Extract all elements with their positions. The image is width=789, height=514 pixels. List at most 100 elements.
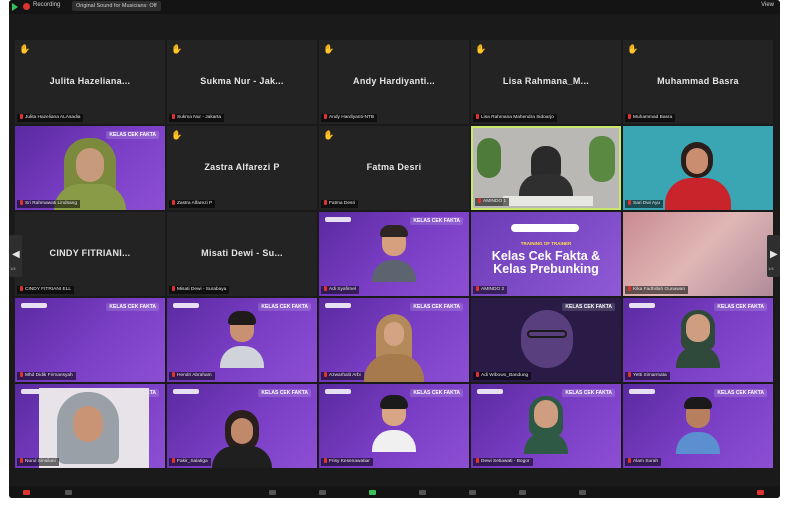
brand-logo (21, 303, 47, 308)
participant-tile[interactable]: ✋ Lisa Rahmana_M... Lisa Rahmana Mahendr… (471, 40, 621, 124)
raised-hand-icon: ✋ (627, 44, 639, 54)
muted-mic-icon (476, 458, 479, 464)
mute-icon[interactable] (23, 490, 30, 495)
brand-logo (477, 389, 503, 394)
brand-logo (325, 389, 351, 394)
participant-avatar (668, 397, 728, 468)
muted-mic-icon (324, 286, 327, 292)
participant-label: AMINDO 2 (473, 286, 508, 294)
desk (503, 196, 593, 206)
brand-watermark: KELAS CEK FAKTA (714, 303, 767, 311)
participant-avatar (212, 311, 272, 382)
participant-tile[interactable]: ✋ Sukma Nur - Jak... Sukma Nur - Jakarta (167, 40, 317, 124)
participant-label: Mhd Didik Firmansyah (17, 372, 76, 380)
participant-tile[interactable]: ✋ Fatma Desri Fatma Desri (319, 126, 469, 210)
reactions-icon[interactable] (519, 490, 526, 495)
participant-name: Fatma Desri (366, 162, 422, 172)
participant-name: Lisa Rahmana_M... (502, 76, 590, 86)
recording-label: Recording (33, 2, 61, 8)
participant-label-text: AMINDO 2 (481, 287, 505, 292)
participant-label-text: Frisy Kesenawatiar (329, 459, 370, 464)
participant-avatar-tile[interactable]: KELAS CEK FAKTA Alam Surah (623, 384, 773, 468)
participant-name: Muhammad Basra (657, 76, 739, 86)
muted-mic-icon (324, 200, 327, 206)
avatar-hijab (681, 310, 715, 350)
security-icon[interactable] (269, 490, 276, 495)
participant-label: Fakir_Salatiga (169, 458, 211, 466)
participant-tile[interactable]: ✋ Andy Hardiyanti... Andy Hardiyanti-NTB (319, 40, 469, 124)
end-meeting-icon[interactable] (757, 490, 764, 495)
raised-hand-icon: ✋ (475, 44, 487, 54)
participant-name: Sukma Nur - Jak... (200, 76, 284, 86)
participant-video (359, 310, 429, 382)
next-page-button[interactable]: ▶ 1/4 (767, 235, 780, 277)
participant-video-tile[interactable]: KELAS CEK FAKTA Nurul Sinsilani (15, 384, 165, 468)
original-sound-toggle[interactable]: Original Sound for Musicians: Off (72, 1, 161, 11)
active-speaker-tile[interactable]: AMINDO 1 (471, 126, 621, 210)
prev-page-button[interactable]: ◀ 1/4 (9, 235, 22, 277)
participant-label: Yetti Simarmata (625, 372, 670, 380)
participant-video-tile[interactable]: KELAS CEK FAKTA Adi Wibowo_Bandung (471, 298, 621, 382)
brand-watermark: KELAS CEK FAKTA (258, 303, 311, 311)
participant-label-text: Muhammad Basra (633, 115, 673, 120)
participant-tile[interactable]: ✋ Muhammad Basra Muhammad Basra (623, 40, 773, 124)
participant-label-text: Julita Hazeliana ALAsadia (25, 115, 81, 120)
muted-mic-icon (172, 114, 175, 120)
page-indicator: 1/4 (10, 266, 16, 271)
participant-name: CINDY FITRIANI... (49, 248, 131, 258)
participant-label: Sri Rahmawati Lindsang (17, 200, 80, 208)
video-icon[interactable] (65, 490, 72, 495)
muted-mic-icon (20, 372, 23, 378)
chat-icon[interactable] (419, 490, 426, 495)
participant-label: Sukma Nur - Jakarta (169, 114, 224, 122)
participant-video-tile[interactable]: KELAS CEK FAKTA Fakir_Salatiga (167, 384, 317, 468)
participants-icon[interactable] (319, 490, 326, 495)
participant-label: Lisa Rahmana Mahendra Sidoarjo (473, 114, 557, 122)
muted-mic-icon (20, 458, 23, 464)
participant-tile[interactable]: Misati Dewi - Su... Misati Dewi - Suraba… (167, 212, 317, 296)
muted-mic-icon (172, 286, 175, 292)
more-icon[interactable] (579, 490, 586, 495)
shared-banner-tile[interactable]: TRAINING OF TRAINER Kelas Cek Fakta & Ke… (471, 212, 621, 296)
brand-watermark: KELAS CEK FAKTA (562, 389, 615, 397)
participant-video-tile[interactable]: Kika Fadhillah Gunawan (623, 212, 773, 296)
avatar-head (380, 395, 408, 426)
participant-label-text: Misati Dewi - Surabaya (177, 287, 227, 292)
participant-video-tile[interactable]: KELAS CEK FAKTA Mhd Didik Firmansyah (15, 298, 165, 382)
participant-video-tile[interactable]: KELAS CEK FAKTA Sri Rahmawati Lindsang (15, 126, 165, 210)
participant-label-text: CINDY FITRIANI ELL (25, 287, 72, 292)
muted-mic-icon (172, 200, 175, 206)
participant-label: Zastra Alfarezi P (169, 200, 216, 208)
participant-avatar-tile[interactable]: KELAS CEK FAKTA Dewi Setiawati - Bogor (471, 384, 621, 468)
security-shield-icon[interactable] (12, 3, 18, 11)
participant-avatar-tile[interactable]: KELAS CEK FAKTA Hendri Abraham (167, 298, 317, 382)
participant-video-tile[interactable]: Sari Dwi Ayu (623, 126, 773, 210)
participant-video-tile[interactable]: KELAS CEK FAKTA Azwarhalit Arbi (319, 298, 469, 382)
avatar-hair (228, 311, 256, 325)
participant-label-text: Yetti Simarmata (633, 373, 667, 378)
record-icon[interactable] (469, 490, 476, 495)
participant-label-text: Hendri Abraham (177, 373, 212, 378)
participant-avatar-tile[interactable]: KELAS CEK FAKTA Frisy Kesenawatiar (319, 384, 469, 468)
avatar-body (676, 346, 720, 368)
avatar-head (228, 311, 256, 342)
plant-left (477, 138, 501, 178)
participant-tile[interactable]: ✋ Zastra Alfarezi P Zastra Alfarezi P (167, 126, 317, 210)
participant-avatar-tile[interactable]: KELAS CEK FAKTA Adi Syafirnel (319, 212, 469, 296)
participant-tile[interactable]: CINDY FITRIANI... CINDY FITRIANI ELL (15, 212, 165, 296)
participant-label-text: Nurul Sinsilani (25, 459, 56, 464)
muted-mic-icon (172, 372, 175, 378)
banner-title-line1: Kelas Cek Fakta & (491, 249, 601, 263)
raised-hand-icon: ✋ (171, 44, 183, 54)
avatar-body (524, 432, 568, 454)
participant-avatar-tile[interactable]: KELAS CEK FAKTA Yetti Simarmata (623, 298, 773, 382)
brand-logo (325, 217, 351, 222)
top-bar: Recording Original Sound for Musicians: … (9, 0, 780, 14)
banner-title-line2: Kelas Prebunking (493, 262, 599, 276)
participant-tile[interactable]: ✋ Julita Hazeliana... Julita Hazeliana A… (15, 40, 165, 124)
share-screen-icon[interactable] (369, 490, 376, 495)
participant-label-text: Sari Dwi Ayu (633, 201, 661, 206)
view-button[interactable]: View (761, 2, 774, 8)
participant-name: Julita Hazeliana... (49, 76, 131, 86)
muted-mic-icon (20, 200, 23, 206)
